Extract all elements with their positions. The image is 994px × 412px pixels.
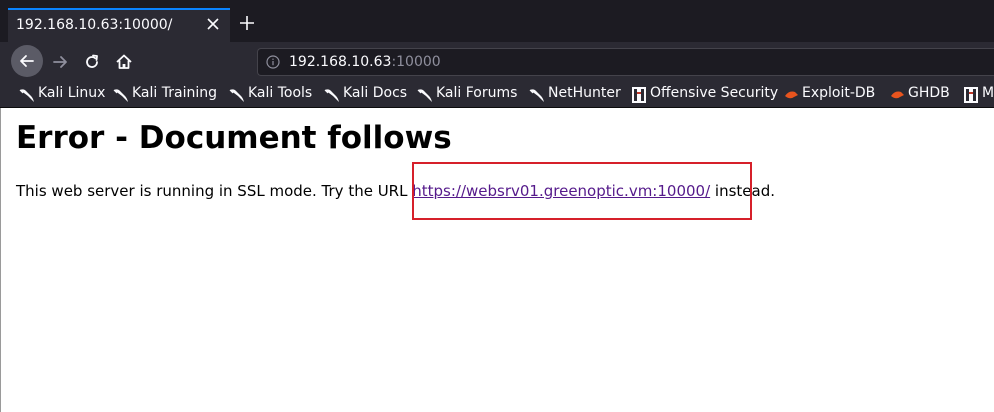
bookmark-label: Kali Tools: [248, 85, 313, 101]
home-icon[interactable]: [114, 52, 134, 72]
kali-dragon-icon: [19, 89, 34, 102]
kali-dragon-icon: [229, 89, 244, 102]
page-content: Error - Document follows This web server…: [0, 108, 994, 412]
bookmark-label: Offensive Security: [650, 85, 779, 101]
url-text: 192.168.10.63:10000: [289, 54, 441, 70]
nav-toolbar: 192.168.10.63:10000: [0, 42, 994, 82]
tab-strip: 192.168.10.63:10000/: [0, 0, 994, 42]
info-icon[interactable]: [266, 55, 280, 69]
bookmarks-toolbar: Kali Linux Kali Training Kali Tools Kali…: [0, 82, 994, 108]
arrow-right-icon[interactable]: [50, 52, 70, 72]
tab-title: 192.168.10.63:10000/: [16, 17, 173, 33]
url-port: :10000: [391, 54, 441, 70]
reload-icon[interactable]: [82, 52, 102, 72]
bookmark-label: NetHunter: [548, 85, 621, 101]
offensive-security-icon: [964, 87, 978, 103]
bookmark-label: Kali Training: [132, 85, 217, 101]
offensive-security-icon: [632, 87, 646, 103]
back-button[interactable]: [11, 45, 43, 77]
exploit-db-icon: [785, 91, 798, 99]
tab-active[interactable]: 192.168.10.63:10000/: [8, 8, 230, 42]
bookmark-label: Exploit-DB: [802, 85, 876, 101]
bookmark-label: Kali Forums: [436, 85, 518, 101]
ghdb-icon: [891, 91, 904, 99]
close-icon[interactable]: [204, 15, 222, 33]
bookmark-label: Kali Linux: [38, 85, 106, 101]
kali-dragon-icon: [417, 89, 432, 102]
kali-dragon-icon: [113, 89, 128, 102]
bookmark-label: Kali Docs: [343, 85, 408, 101]
url-host: 192.168.10.63: [289, 54, 392, 70]
url-bar[interactable]: 192.168.10.63:10000: [257, 48, 994, 76]
bookmark-label: M: [982, 85, 994, 101]
page-heading: Error - Document follows: [16, 120, 452, 156]
arrow-left-icon: [20, 55, 34, 67]
bookmark-label: GHDB: [908, 85, 950, 101]
highlight-box: [412, 162, 752, 220]
plus-icon[interactable]: [238, 14, 256, 32]
kali-dragon-icon: [529, 89, 544, 102]
kali-dragon-icon: [324, 89, 339, 102]
message-text-before: This web server is running in SSL mode. …: [16, 182, 413, 200]
